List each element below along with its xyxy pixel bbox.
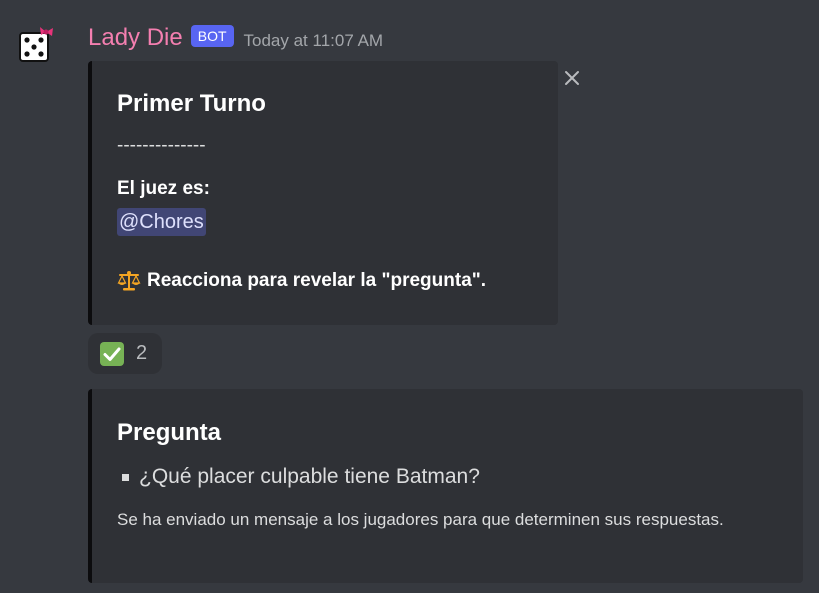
question-text: ¿Qué placer culpable tiene Batman? bbox=[139, 465, 480, 488]
reaction-count: 2 bbox=[136, 342, 148, 364]
bot-tag: BOT bbox=[190, 25, 234, 47]
timestamp: Today at 11:07 AM bbox=[243, 31, 384, 50]
reaction-prompt: Reacciona para revelar la "pregunta". bbox=[117, 268, 486, 294]
judge-label: El juez es: bbox=[117, 178, 210, 199]
embed-pregunta: Pregunta ¿Qué placer culpable tiene Batm… bbox=[88, 389, 803, 583]
embed-description: Se ha enviado un mensaje a los jugadores… bbox=[117, 510, 724, 529]
embed-title: Pregunta bbox=[117, 419, 222, 446]
embed-title: Primer Turno bbox=[117, 90, 266, 117]
question-list-item: ¿Qué placer culpable tiene Batman? bbox=[122, 463, 480, 491]
user-mention[interactable]: @Chores bbox=[117, 208, 206, 236]
reaction-prompt-text: Reacciona para revelar la "pregunta". bbox=[147, 270, 487, 291]
reaction-check[interactable]: 2 bbox=[88, 333, 162, 374]
username[interactable]: Lady Die bbox=[88, 24, 183, 52]
scales-icon bbox=[117, 271, 141, 291]
embed-divider-text: -------------- bbox=[117, 135, 206, 156]
bullet-icon bbox=[122, 473, 129, 481]
embed-primer-turno: Primer Turno -------------- El juez es: … bbox=[88, 61, 558, 325]
message-header: Lady Die BOT Today at 11:07 AM bbox=[88, 24, 383, 52]
white-check-mark-icon bbox=[100, 341, 124, 366]
dice-with-pink-bow-icon bbox=[19, 27, 53, 62]
close-icon bbox=[565, 71, 579, 85]
close-embed-button[interactable] bbox=[560, 66, 584, 90]
bot-avatar[interactable] bbox=[16, 24, 56, 64]
